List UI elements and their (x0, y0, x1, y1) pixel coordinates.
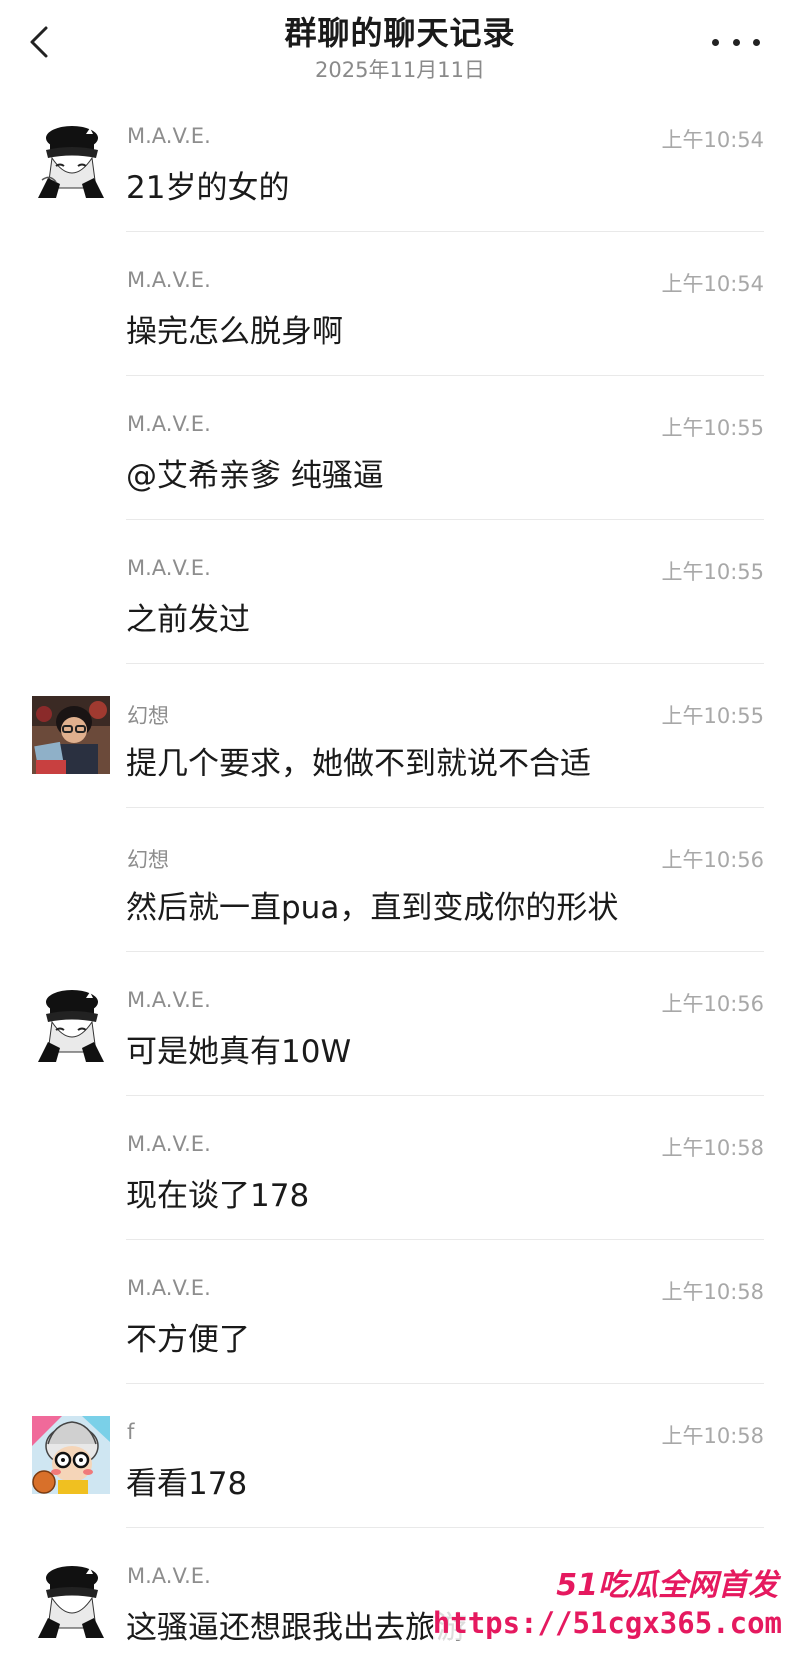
message-text: 不方便了 (126, 1322, 250, 1358)
message-text: 然后就一直pua，直到变成你的形状 (126, 890, 619, 926)
message-text: 看看178 (126, 1466, 248, 1502)
sender-name: M.A.V.E. (127, 1564, 211, 1588)
more-options-button[interactable] (712, 28, 760, 56)
divider (126, 1095, 764, 1096)
watermark-url: https://51cgx365.com (432, 1606, 782, 1640)
message-item[interactable]: 幻想 上午10:55 提几个要求，她做不到就说不合适 (0, 688, 800, 832)
sender-name: M.A.V.E. (127, 1132, 211, 1156)
message-text: @艾希亲爹 纯骚逼 (126, 458, 384, 494)
divider (126, 519, 764, 520)
message-time: 上午10:56 (661, 848, 764, 872)
sender-name: 幻想 (127, 848, 169, 872)
black-hat-anime-avatar-icon (32, 120, 110, 198)
child-reading-photo-avatar-icon (32, 696, 110, 774)
message-item[interactable]: M.A.V.E. 上午10:54 操完怎么脱身啊 (0, 256, 800, 400)
message-item[interactable]: M.A.V.E. 上午10:56 可是她真有10W (0, 976, 800, 1120)
message-item[interactable]: 幻想 上午10:56 然后就一直pua，直到变成你的形状 (0, 832, 800, 976)
watermark-slogan: 51吃瓜全网首发 (556, 1568, 778, 1603)
chat-date: 2025年11月11日 (315, 58, 485, 82)
message-item[interactable]: M.A.V.E. 上午10:55 之前发过 (0, 544, 800, 688)
sender-name: f (127, 1420, 135, 1444)
sender-name: M.A.V.E. (127, 124, 211, 148)
more-dot-icon (732, 38, 740, 46)
message-time: 上午10:56 (661, 992, 764, 1016)
message-item[interactable]: f 上午10:58 看看178 (0, 1408, 800, 1552)
sender-name: M.A.V.E. (127, 268, 211, 292)
black-hat-anime-avatar-icon (32, 1560, 110, 1638)
divider (126, 807, 764, 808)
message-time: 上午10:58 (661, 1280, 764, 1304)
site-watermark: 51吃瓜全网首发 https://51cgx365.com (432, 1560, 800, 1654)
header-bar: 群聊的聊天记录 2025年11月11日 (0, 0, 800, 100)
message-text: 提几个要求，她做不到就说不合适 (126, 746, 591, 782)
glasses-cartoon-avatar-icon (32, 1416, 110, 1494)
message-text: 21岁的女的 (126, 170, 290, 206)
divider (126, 1527, 764, 1528)
more-dot-icon (753, 38, 760, 46)
black-hat-anime-avatar-icon (32, 984, 110, 1062)
avatar[interactable] (32, 120, 110, 198)
divider (126, 1239, 764, 1240)
avatar[interactable] (32, 696, 110, 774)
avatar[interactable] (32, 984, 110, 1062)
message-text: 可是她真有10W (126, 1034, 352, 1070)
page-title: 群聊的聊天记录 (284, 14, 516, 52)
sender-name: M.A.V.E. (127, 556, 211, 580)
sender-name: M.A.V.E. (127, 412, 211, 436)
divider (126, 231, 764, 232)
divider (126, 375, 764, 376)
avatar[interactable] (32, 1416, 110, 1494)
divider (126, 663, 764, 664)
message-time: 上午10:55 (661, 704, 764, 728)
message-time: 上午10:55 (661, 560, 764, 584)
more-dot-icon (712, 38, 719, 46)
message-text: 现在谈了178 (126, 1178, 310, 1214)
message-time: 上午10:54 (661, 272, 764, 296)
sender-name: M.A.V.E. (127, 988, 211, 1012)
avatar[interactable] (32, 1560, 110, 1638)
message-time: 上午10:54 (661, 128, 764, 152)
message-time: 上午10:58 (661, 1136, 764, 1160)
message-list: M.A.V.E. 上午10:54 21岁的女的 M.A.V.E. 上午10:54… (0, 112, 800, 1654)
message-text: 操完怎么脱身啊 (126, 314, 343, 350)
message-time: 上午10:55 (661, 416, 764, 440)
message-item[interactable]: M.A.V.E. 上午10:55 @艾希亲爹 纯骚逼 (0, 400, 800, 544)
sender-name: 幻想 (127, 704, 169, 728)
message-text: 这骚逼还想跟我出去旅游 (126, 1610, 467, 1646)
sender-name: M.A.V.E. (127, 1276, 211, 1300)
divider (126, 951, 764, 952)
message-item[interactable]: M.A.V.E. 上午10:58 不方便了 (0, 1264, 800, 1408)
message-item[interactable]: M.A.V.E. 上午10:54 21岁的女的 (0, 112, 800, 256)
message-time: 上午10:58 (661, 1424, 764, 1448)
divider (126, 1383, 764, 1384)
message-item[interactable]: M.A.V.E. 上午10:58 现在谈了178 (0, 1120, 800, 1264)
message-text: 之前发过 (126, 602, 250, 638)
